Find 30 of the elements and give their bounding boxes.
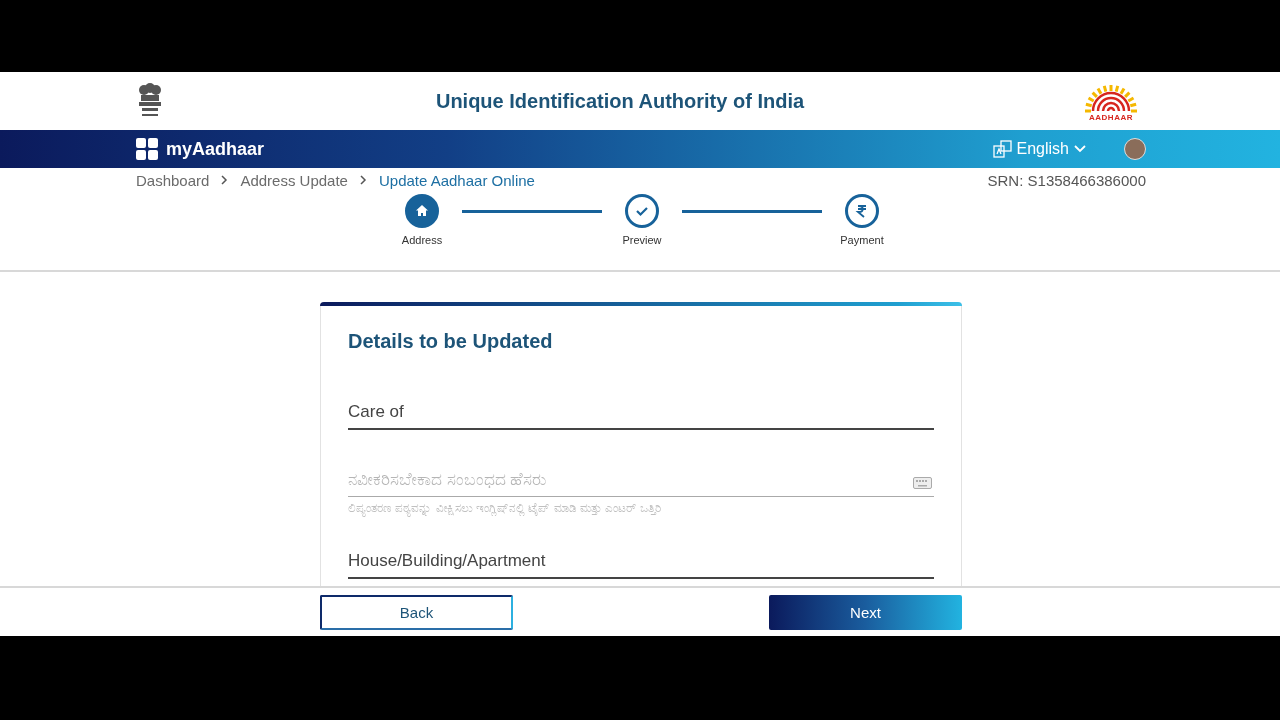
breadcrumb-link[interactable]: Update Aadhaar Online xyxy=(378,171,535,189)
home-icon xyxy=(415,204,429,218)
translate-icon xyxy=(992,140,1012,158)
helper-text: ಲಿಪ್ಯಂತರಣ ಪಠ್ಯವನ್ನು ವೀಕ್ಷಿಸಲು ಇಂಗ್ಲಿಷ್‌ನಲ್ಲಿ ಟೈಪ್ ಮಾಡಿ ಮತ್ತು ಎಂಟರ್ ಒತ್ತಿರಿ xyxy=(348,501,662,515)
avatar[interactable] xyxy=(1124,138,1146,160)
step-label: Preview xyxy=(622,234,662,246)
rupee-icon xyxy=(855,204,869,218)
chevron-right-icon xyxy=(359,175,367,185)
next-button[interactable]: Next xyxy=(769,594,962,630)
language-selector[interactable]: English xyxy=(992,140,1086,158)
app-grid-icon xyxy=(136,138,158,160)
site-title: Unique Identification Authority of India xyxy=(435,89,805,113)
text-input-field[interactable]: House/Building/Apartment xyxy=(348,551,934,579)
checkmark-icon xyxy=(635,204,649,218)
logo-text: AADHAAR xyxy=(1089,112,1133,122)
step-label: Address xyxy=(401,234,443,246)
step-indicator[interactable] xyxy=(405,194,439,228)
step-indicator[interactable] xyxy=(845,194,879,228)
text-input-field[interactable]: Care of xyxy=(348,402,934,430)
chevron-right-icon xyxy=(221,175,229,185)
breadcrumb-link[interactable]: Address Update xyxy=(240,171,348,189)
keyboard-icon xyxy=(913,477,932,489)
breadcrumb-link[interactable]: Dashboard xyxy=(136,171,210,189)
chevron-down-icon xyxy=(1074,145,1086,153)
card-title: Details to be Updated xyxy=(348,329,554,354)
brand-name: myAadhaar xyxy=(166,138,265,160)
srn-number: SRN: S1358466386000 xyxy=(987,171,1146,189)
step-indicator[interactable] xyxy=(625,194,659,228)
step-label: Payment xyxy=(840,234,884,246)
back-button[interactable]: Back xyxy=(320,594,513,630)
